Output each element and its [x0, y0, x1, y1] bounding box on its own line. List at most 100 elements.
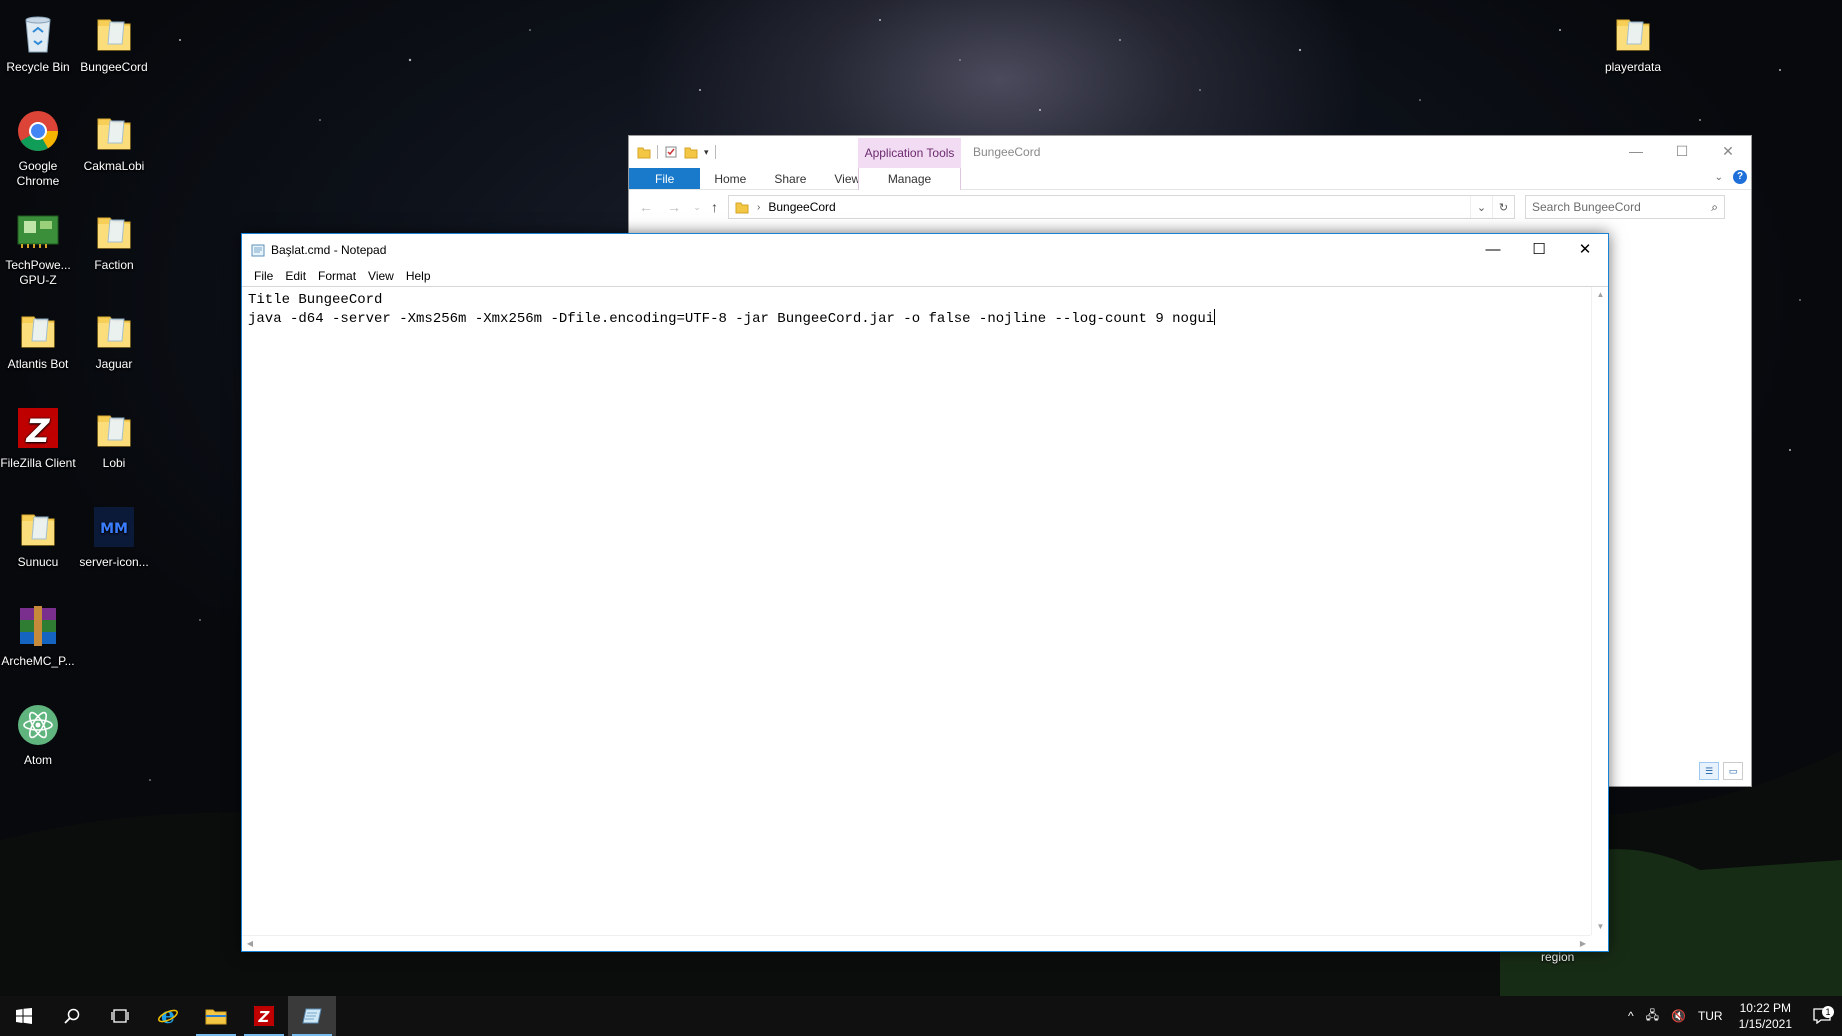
svg-text:MM: MM [100, 521, 128, 537]
ribbon-right-controls: ⌄ ? [1715, 170, 1747, 184]
desktop-icon-label: Jaguar [95, 357, 133, 371]
text-caret [1214, 309, 1216, 325]
notepad-window[interactable]: Başlat.cmd - Notepad — ☐ ✕ File Edit For… [241, 233, 1609, 952]
menu-view[interactable]: View [362, 266, 400, 286]
new-folder-icon[interactable] [684, 145, 698, 159]
desktop-icon[interactable]: Faction [76, 206, 152, 273]
input-language[interactable]: TUR [1692, 1009, 1729, 1023]
desktop-icon-label: server-icon... [79, 555, 149, 569]
desktop-icon-glyph [14, 107, 62, 155]
search-input[interactable]: Search BungeeCord ⌕ [1525, 195, 1725, 219]
maximize-button[interactable]: ☐ [1516, 234, 1562, 264]
taskbar-edge[interactable]: e [144, 996, 192, 1036]
desktop-icon-label: TechPowe... GPU-Z [5, 258, 71, 287]
desktop-icon[interactable]: Atlantis Bot [0, 305, 76, 372]
clock-time: 10:22 PM [1739, 1001, 1791, 1015]
folder-icon [21, 514, 55, 546]
back-arrow-icon[interactable]: ← [637, 199, 655, 215]
desktop-icon[interactable]: CakmaLobi [76, 107, 152, 174]
notepad-window-controls: — ☐ ✕ [1470, 234, 1608, 264]
desktop-icon-glyph [14, 305, 62, 353]
forward-arrow-icon[interactable]: → [665, 199, 683, 215]
ribbon-tab-file[interactable]: File [629, 168, 701, 189]
taskbar-notepad[interactable] [288, 996, 336, 1036]
menu-format[interactable]: Format [312, 266, 362, 286]
maximize-button[interactable]: ☐ [1659, 136, 1705, 166]
svg-text:e: e [161, 1005, 175, 1027]
desktop-icon[interactable]: Sunucu [0, 503, 76, 570]
ribbon-tab-share[interactable]: Share [760, 168, 820, 189]
desktop-icon[interactable]: TechPowe... GPU-Z [0, 206, 76, 288]
vertical-scrollbar[interactable]: ▲ ▼ [1591, 287, 1608, 935]
scroll-down-arrow-icon[interactable]: ▼ [1592, 919, 1609, 935]
notepad-title-bar[interactable]: Başlat.cmd - Notepad — ☐ ✕ [242, 234, 1608, 266]
address-path[interactable]: BungeeCord [768, 200, 835, 214]
desktop-icon[interactable]: Atom [0, 701, 76, 768]
clock[interactable]: 10:22 PM 1/15/2021 [1729, 1000, 1802, 1032]
atom-icon [18, 705, 58, 745]
desktop-icon[interactable]: BungeeCord [76, 8, 152, 75]
taskbar-filezilla[interactable]: Z [240, 996, 288, 1036]
desktop-icon[interactable]: Jaguar [76, 305, 152, 372]
text-line: java -d64 -server -Xms256m -Xmx256m -Dfi… [248, 309, 1586, 328]
task-view-button[interactable] [96, 996, 144, 1036]
volume-muted-icon[interactable]: 🔇 [1665, 1009, 1692, 1023]
horizontal-scrollbar[interactable]: ◀ ▶ [242, 935, 1591, 951]
ribbon-tab-home[interactable]: Home [700, 168, 760, 189]
notepad-content[interactable]: Title BungeeCord java -d64 -server -Xms25… [248, 291, 1586, 328]
up-arrow-icon[interactable]: ↑ [711, 199, 718, 215]
help-icon[interactable]: ? [1733, 170, 1747, 184]
explorer-ribbon-tabs: File Home Share View Manage ⌄ ? [629, 168, 1751, 190]
chrome-icon [18, 111, 58, 151]
large-icons-view-icon[interactable]: ▭ [1723, 762, 1743, 780]
recycle-bin-icon [25, 16, 51, 53]
close-button[interactable]: ✕ [1705, 136, 1751, 166]
minimize-button[interactable]: — [1470, 234, 1516, 264]
text-line: Title BungeeCord [248, 292, 383, 308]
action-center-button[interactable]: 1 [1802, 1006, 1842, 1024]
ribbon-tab-manage[interactable]: Manage [858, 168, 961, 190]
taskbar-file-explorer[interactable] [192, 996, 240, 1036]
folder-icon [97, 316, 131, 348]
desktop-icon[interactable]: playerdata [1595, 8, 1671, 75]
explorer-window-title: BungeeCord [973, 145, 1041, 159]
close-button[interactable]: ✕ [1562, 234, 1608, 264]
breadcrumb-chevron-icon[interactable]: › [757, 202, 760, 213]
explorer-title-bar[interactable]: ▾ Application Tools BungeeCord — ☐ ✕ [629, 136, 1751, 168]
start-button[interactable] [0, 996, 48, 1036]
notepad-icon [302, 1008, 322, 1024]
resize-grip[interactable] [1591, 935, 1608, 951]
address-dropdown-icon[interactable]: ⌄ [1470, 196, 1492, 218]
scroll-up-arrow-icon[interactable]: ▲ [1592, 287, 1609, 303]
menu-file[interactable]: File [248, 266, 279, 286]
details-view-icon[interactable]: ☰ [1699, 762, 1719, 780]
minimize-button[interactable]: — [1613, 136, 1659, 166]
address-bar[interactable]: › BungeeCord ⌄ ↻ [728, 195, 1515, 219]
expand-ribbon-icon[interactable]: ⌄ [1715, 172, 1723, 183]
desktop-icon[interactable]: ArcheMC_P... [0, 602, 76, 669]
menu-edit[interactable]: Edit [279, 266, 312, 286]
show-hidden-icons-icon[interactable]: ^ [1622, 1009, 1640, 1023]
desktop-icon[interactable]: MM server-icon... [76, 503, 152, 570]
notepad-text-area[interactable]: Title BungeeCord java -d64 -server -Xms25… [242, 286, 1608, 951]
taskbar: e Z ^ 🖧 🔇 TUR 10:22 PM 1/15/2021 1 [0, 996, 1842, 1036]
search-icon [64, 1008, 80, 1024]
search-button[interactable] [48, 996, 96, 1036]
network-icon[interactable]: 🖧 [1640, 1006, 1665, 1027]
desktop-icon[interactable]: Z FileZilla Client [0, 404, 76, 471]
desktop-icon-label: Lobi [102, 456, 126, 470]
properties-icon[interactable] [664, 145, 678, 159]
desktop-icon[interactable]: Recycle Bin [0, 8, 76, 75]
desktop-icon-label: playerdata [1604, 60, 1662, 74]
refresh-icon[interactable]: ↻ [1492, 196, 1514, 218]
menu-help[interactable]: Help [400, 266, 437, 286]
winrar-icon [20, 606, 56, 646]
quick-access-toolbar: ▾ [637, 145, 716, 159]
desktop-icon[interactable]: Lobi [76, 404, 152, 471]
recent-locations-icon[interactable]: ⌄ [693, 202, 701, 213]
scroll-right-arrow-icon[interactable]: ▶ [1575, 936, 1591, 952]
scroll-left-arrow-icon[interactable]: ◀ [242, 936, 258, 952]
qat-dropdown-icon[interactable]: ▾ [704, 147, 709, 158]
folder-icon [97, 217, 131, 249]
desktop-icon[interactable]: Google Chrome [0, 107, 76, 189]
